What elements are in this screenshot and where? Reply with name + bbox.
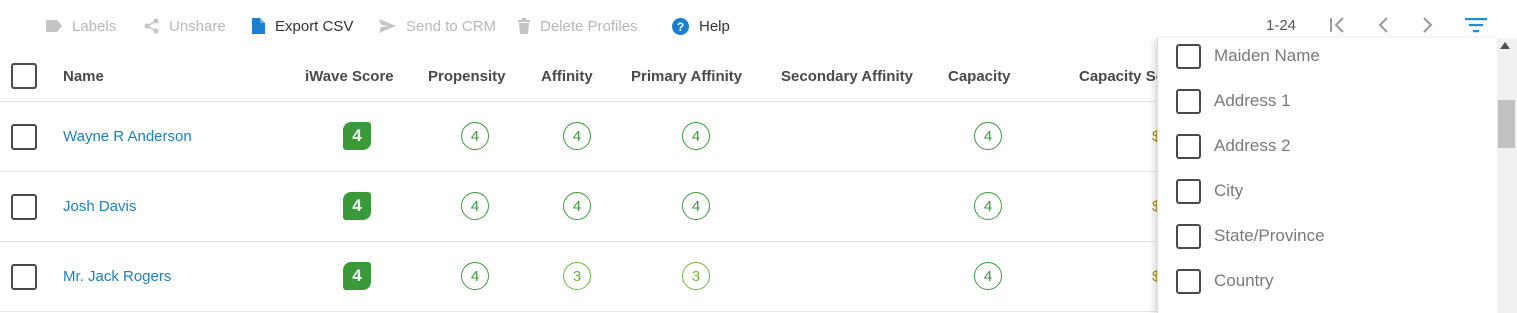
header-affinity[interactable]: Affinity bbox=[541, 68, 593, 85]
label-tag-icon bbox=[46, 20, 62, 32]
column-option-city[interactable]: City bbox=[1176, 178, 1243, 204]
iwave-score-badge: 4 bbox=[343, 262, 371, 290]
header-capacity-score[interactable]: Capacity Sc bbox=[1079, 68, 1164, 85]
file-icon bbox=[252, 18, 265, 34]
help-circle-icon: ? bbox=[672, 17, 689, 35]
propensity-rating: 4 bbox=[461, 262, 489, 290]
select-all-checkbox[interactable] bbox=[11, 63, 37, 89]
labels-label: Labels bbox=[72, 17, 117, 35]
column-option-country[interactable]: Country bbox=[1176, 268, 1274, 294]
iwave-score-badge: 4 bbox=[343, 192, 371, 220]
scrollbar-thumb[interactable] bbox=[1498, 100, 1515, 148]
profile-name-link[interactable]: Wayne R Anderson bbox=[63, 128, 192, 145]
export-csv-label: Export CSV bbox=[275, 17, 354, 35]
column-option-checkbox[interactable] bbox=[1176, 43, 1201, 69]
column-option-address-1[interactable]: Address 1 bbox=[1176, 88, 1291, 114]
chevron-right-icon bbox=[1423, 17, 1433, 33]
help-button[interactable]: ? Help bbox=[672, 16, 730, 36]
row-checkbox[interactable] bbox=[11, 264, 37, 290]
column-option-checkbox[interactable] bbox=[1176, 88, 1201, 114]
column-option-checkbox[interactable] bbox=[1176, 178, 1201, 204]
column-option-maiden-name[interactable]: Maiden Name bbox=[1176, 43, 1320, 69]
propensity-rating: 4 bbox=[461, 192, 489, 220]
prev-page-button[interactable] bbox=[1372, 14, 1394, 36]
profile-name-link[interactable]: Josh Davis bbox=[63, 198, 136, 215]
header-primary-affinity[interactable]: Primary Affinity bbox=[631, 68, 742, 85]
unshare-button[interactable]: Unshare bbox=[144, 16, 226, 36]
share-icon bbox=[144, 18, 159, 34]
first-page-button[interactable] bbox=[1326, 14, 1348, 36]
column-option-address-2[interactable]: Address 2 bbox=[1176, 133, 1291, 159]
column-option-label: Country bbox=[1214, 271, 1274, 290]
header-iwave-score[interactable]: iWave Score bbox=[305, 68, 394, 85]
filter-lines-icon bbox=[1465, 18, 1487, 33]
unshare-label: Unshare bbox=[169, 17, 226, 35]
pager-range: 1-24 bbox=[1266, 17, 1297, 34]
capacity-rating: 4 bbox=[974, 262, 1002, 290]
affinity-rating: 4 bbox=[563, 122, 591, 150]
send-to-crm-label: Send to CRM bbox=[406, 17, 497, 35]
primary-affinity-rating: 4 bbox=[682, 122, 710, 150]
header-secondary-affinity[interactable]: Secondary Affinity bbox=[781, 68, 913, 85]
export-csv-button[interactable]: Export CSV bbox=[252, 16, 353, 36]
column-option-checkbox[interactable] bbox=[1176, 133, 1201, 159]
column-option-checkbox[interactable] bbox=[1176, 223, 1201, 249]
delete-profiles-label: Delete Profiles bbox=[540, 17, 638, 35]
help-label: Help bbox=[699, 17, 730, 35]
primary-affinity-rating: 4 bbox=[682, 192, 710, 220]
labels-button[interactable]: Labels bbox=[46, 16, 116, 36]
send-to-crm-button[interactable]: Send to CRM bbox=[379, 16, 496, 36]
svg-text:?: ? bbox=[677, 20, 684, 34]
header-name[interactable]: Name bbox=[63, 68, 104, 85]
column-option-label: City bbox=[1214, 181, 1244, 200]
next-page-button[interactable] bbox=[1417, 14, 1439, 36]
capacity-rating: 4 bbox=[974, 192, 1002, 220]
affinity-rating: 4 bbox=[563, 192, 591, 220]
column-option-label: Maiden Name bbox=[1214, 46, 1320, 65]
column-option-label: State/Province bbox=[1214, 226, 1325, 245]
iwave-score-badge: 4 bbox=[343, 122, 371, 150]
header-capacity[interactable]: Capacity bbox=[948, 68, 1011, 85]
capacity-rating: 4 bbox=[974, 122, 1002, 150]
profile-name-link[interactable]: Mr. Jack Rogers bbox=[63, 268, 171, 285]
propensity-rating: 4 bbox=[461, 122, 489, 150]
column-option-checkbox[interactable] bbox=[1176, 268, 1201, 294]
menu-scrollbar[interactable] bbox=[1497, 38, 1517, 313]
header-propensity[interactable]: Propensity bbox=[428, 68, 506, 85]
affinity-rating: 3 bbox=[563, 262, 591, 290]
trash-icon bbox=[518, 18, 530, 34]
column-chooser-menu: Maiden Name Address 1 Address 2 City Sta… bbox=[1157, 38, 1497, 313]
column-option-label: Address 1 bbox=[1214, 91, 1291, 110]
primary-affinity-rating: 3 bbox=[682, 262, 710, 290]
row-checkbox[interactable] bbox=[11, 124, 37, 150]
chevron-left-icon bbox=[1378, 17, 1388, 33]
scroll-up-arrow-icon[interactable] bbox=[1500, 42, 1510, 49]
column-option-label: Address 2 bbox=[1214, 136, 1291, 155]
first-page-icon bbox=[1330, 17, 1344, 33]
delete-profiles-button[interactable]: Delete Profiles bbox=[518, 16, 638, 36]
column-filter-button[interactable] bbox=[1465, 14, 1487, 36]
send-icon bbox=[379, 19, 396, 33]
column-option-state-province[interactable]: State/Province bbox=[1176, 223, 1325, 249]
row-checkbox[interactable] bbox=[11, 194, 37, 220]
